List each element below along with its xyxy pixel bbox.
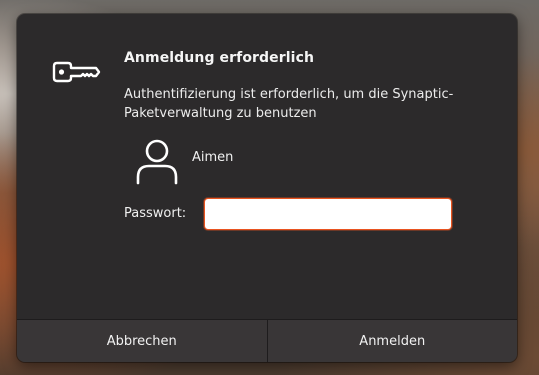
dialog-message: Authentifizierung ist erforderlich, um d… (124, 87, 454, 121)
user-icon (136, 139, 178, 185)
dialog-title: Anmeldung erforderlich (124, 50, 315, 66)
user-name: Aimen (192, 150, 234, 165)
key-icon (52, 61, 101, 83)
login-button[interactable]: Anmelden (266, 320, 517, 362)
password-label: Passwort: (124, 206, 187, 221)
cancel-button[interactable]: Abbrechen (17, 320, 267, 362)
password-field[interactable] (204, 198, 452, 230)
dialog-button-bar: Abbrechen Anmelden (17, 319, 517, 362)
authentication-dialog: Anmeldung erforderlich Authentifizierung… (17, 14, 517, 362)
